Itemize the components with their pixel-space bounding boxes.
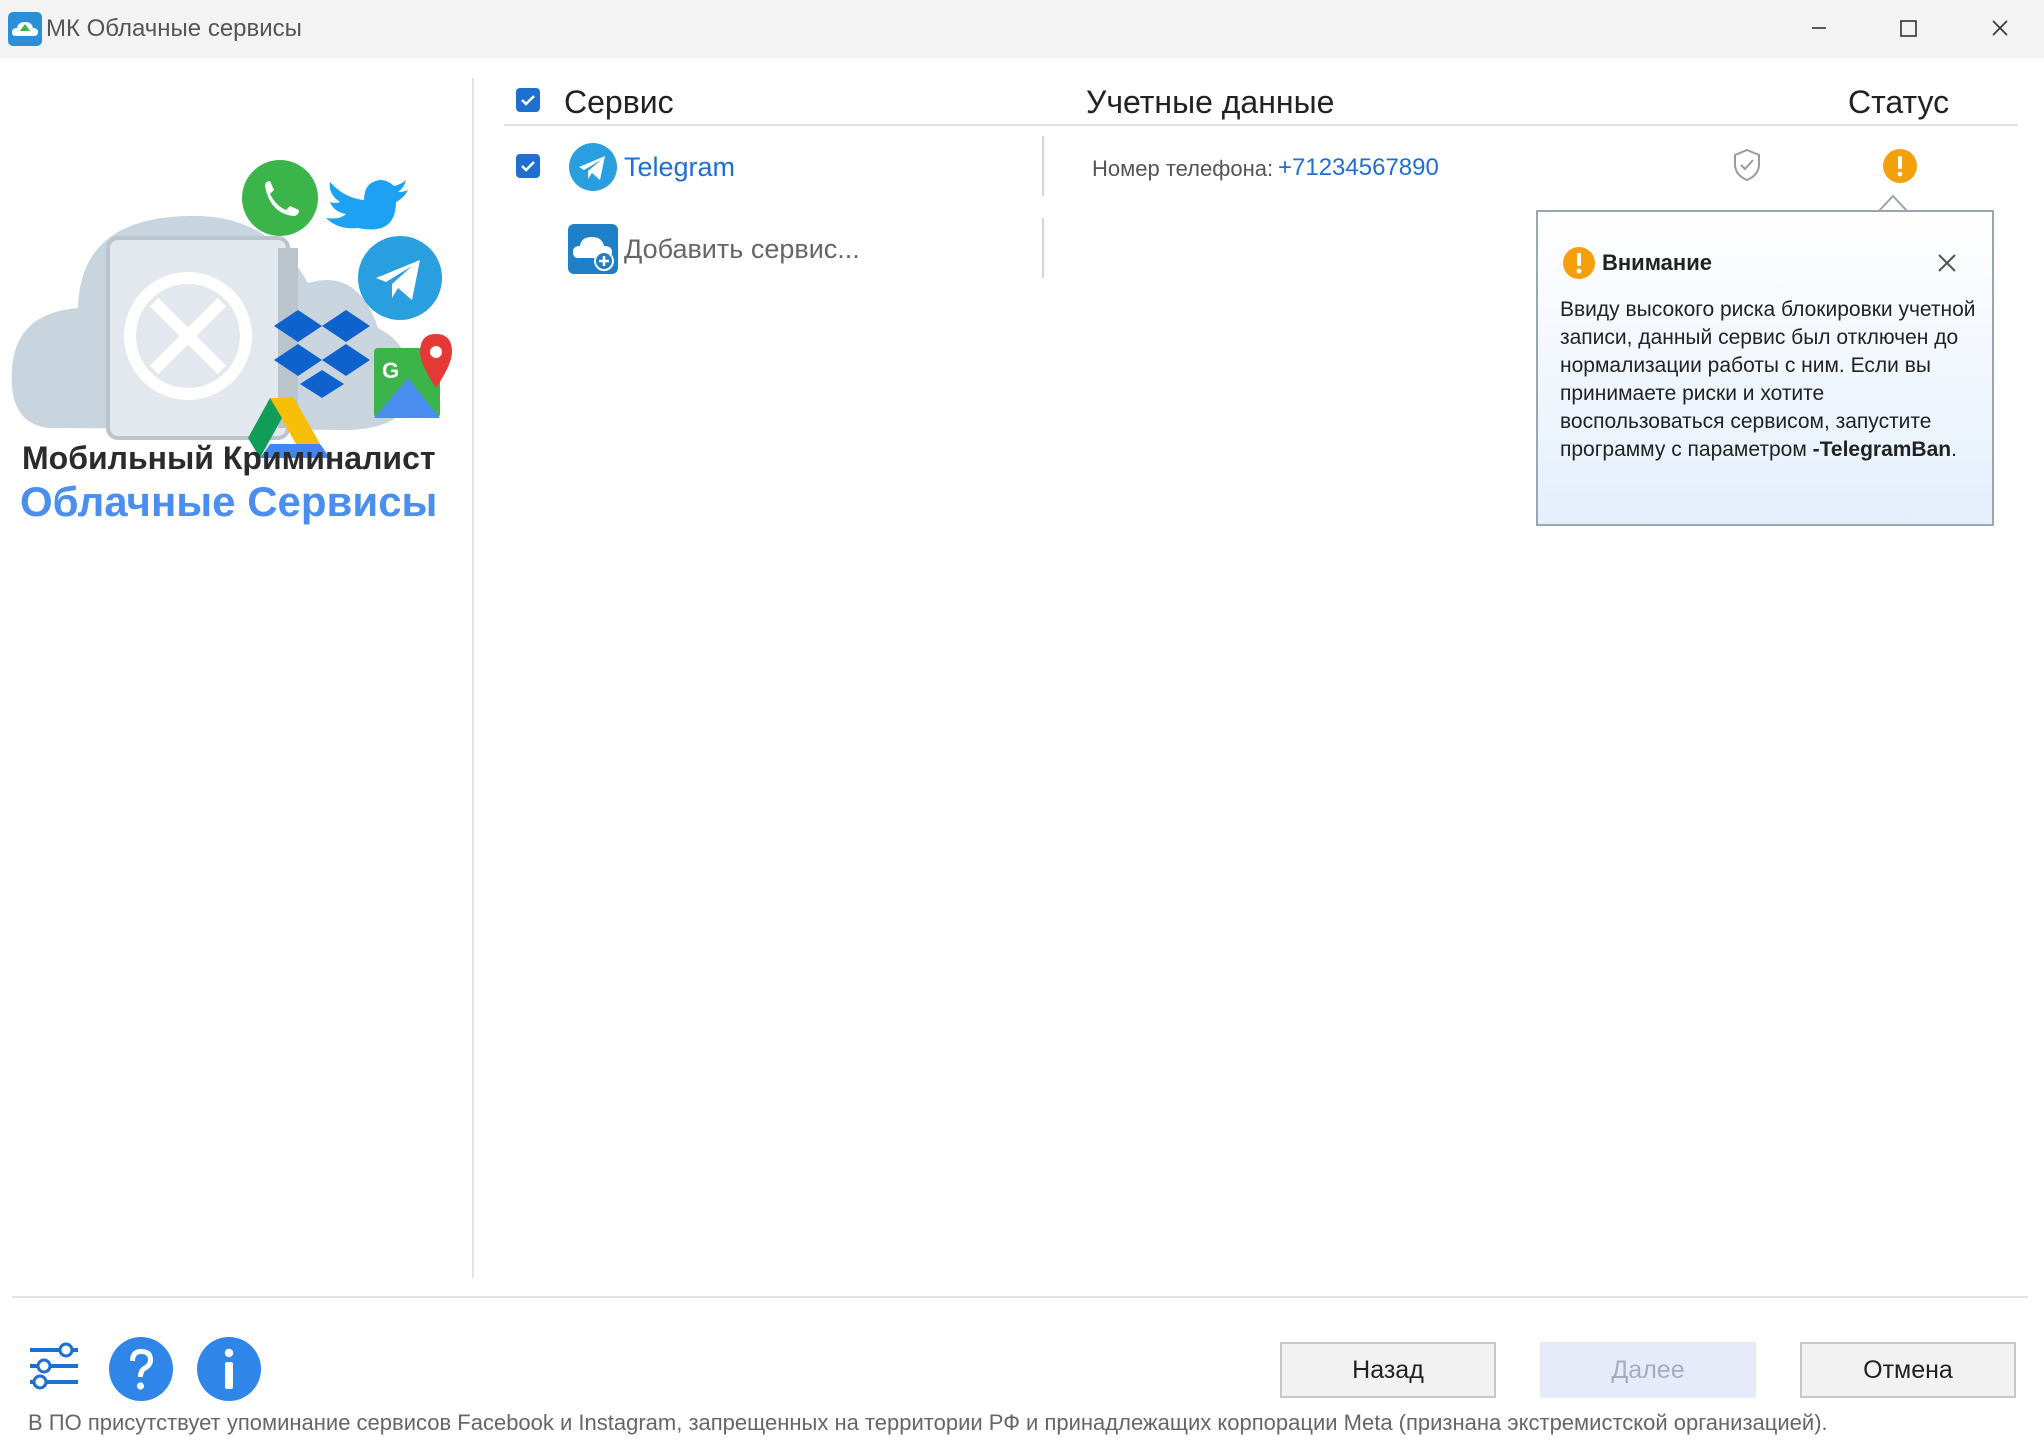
brand-line-1: Мобильный Криминалист	[22, 440, 436, 476]
checkmark-icon	[521, 161, 535, 172]
column-separator	[1042, 136, 1044, 196]
telegram-icon	[569, 143, 617, 191]
legal-disclaimer: В ПО присутствует упоминание сервисов Fa…	[28, 1410, 1828, 1435]
table-row[interactable]: Telegram Номер телефона: +71234567890	[504, 132, 2018, 202]
sidebar-divider	[472, 78, 474, 1278]
window-title: МК Облачные сервисы	[46, 15, 302, 42]
cloud-add-icon	[568, 224, 618, 274]
tooltip-title: Внимание	[1602, 250, 1712, 275]
svg-text:G: G	[382, 358, 399, 383]
credential-value-phone[interactable]: +71234567890	[1278, 154, 1439, 182]
next-button[interactable]: Далее	[1540, 1342, 1756, 1398]
close-icon[interactable]	[1932, 248, 1962, 278]
maximize-button[interactable]	[1878, 8, 1938, 48]
help-icon[interactable]	[108, 1336, 174, 1402]
column-header-status[interactable]: Статус	[1848, 84, 1949, 121]
tooltip-param-suffix: .	[1951, 438, 1957, 461]
tooltip-body-text: Ввиду высокого риска блокировки учетной …	[1560, 298, 1976, 461]
service-name-telegram[interactable]: Telegram	[624, 152, 735, 183]
column-header-credentials[interactable]: Учетные данные	[1086, 84, 1334, 121]
column-header-service[interactable]: Сервис	[564, 84, 674, 121]
info-icon[interactable]	[196, 1336, 262, 1402]
telegram-checkbox[interactable]	[516, 154, 540, 178]
title-bar: МК Облачные сервисы	[0, 0, 2044, 58]
tooltip-param: -TelegramBan	[1812, 438, 1952, 461]
tooltip-message: Ввиду высокого риска блокировки учетной …	[1560, 296, 1980, 464]
add-service-label[interactable]: Добавить сервис...	[624, 234, 860, 265]
shield-icon[interactable]	[1732, 148, 1762, 182]
sidebar: G Мобильный Криминалист Облачные Сервисы	[0, 58, 472, 1276]
services-table-header: Сервис Учетные данные Статус	[504, 78, 2018, 126]
warning-icon	[1563, 247, 1595, 279]
close-window-button[interactable]	[1970, 8, 2030, 48]
settings-sliders-icon[interactable]	[28, 1340, 80, 1392]
minimize-button[interactable]	[1788, 8, 1848, 48]
credential-label: Номер телефона:	[1092, 156, 1274, 181]
select-all-checkbox[interactable]	[516, 88, 540, 112]
column-separator	[1042, 218, 1044, 278]
bottom-divider	[12, 1296, 2028, 1298]
cloud-app-icon	[8, 12, 42, 46]
back-button[interactable]: Назад	[1280, 1342, 1496, 1398]
warning-icon[interactable]	[1882, 148, 1918, 184]
warning-tooltip: Внимание Ввиду высокого риска блокировки…	[1536, 210, 1994, 526]
cancel-button[interactable]: Отмена	[1800, 1342, 2016, 1398]
checkmark-icon	[521, 95, 535, 106]
cloud-services-illustration: G	[11, 160, 452, 458]
brand-line-2: Облачные Сервисы	[20, 478, 438, 525]
